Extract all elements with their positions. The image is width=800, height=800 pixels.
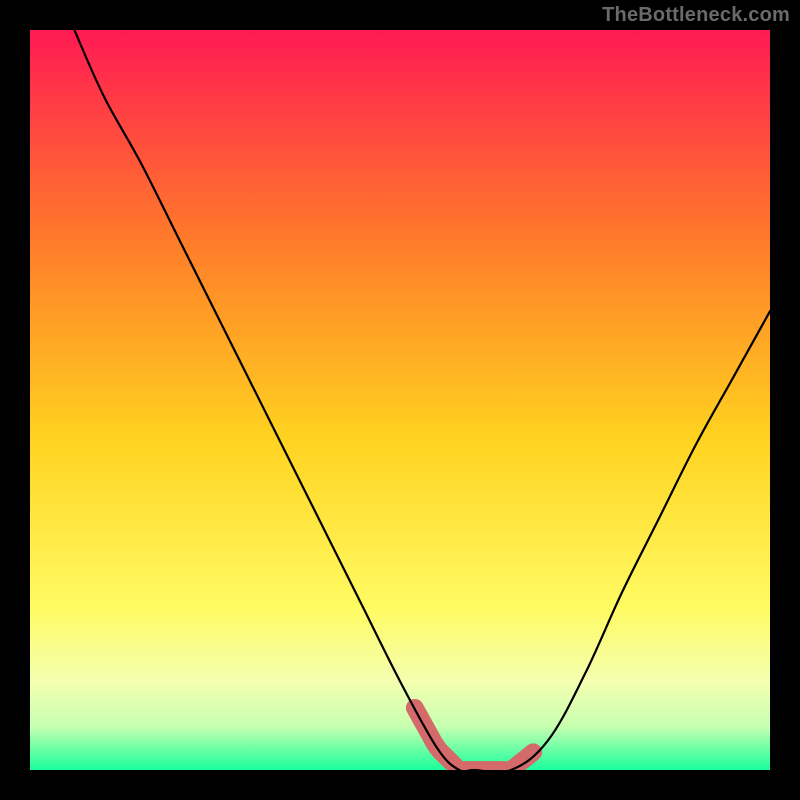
- plot-svg: [30, 30, 770, 770]
- chart-stage: TheBottleneck.com: [0, 0, 800, 800]
- plot-area: [30, 30, 770, 770]
- gradient-background: [30, 30, 770, 770]
- watermark-text: TheBottleneck.com: [602, 4, 790, 27]
